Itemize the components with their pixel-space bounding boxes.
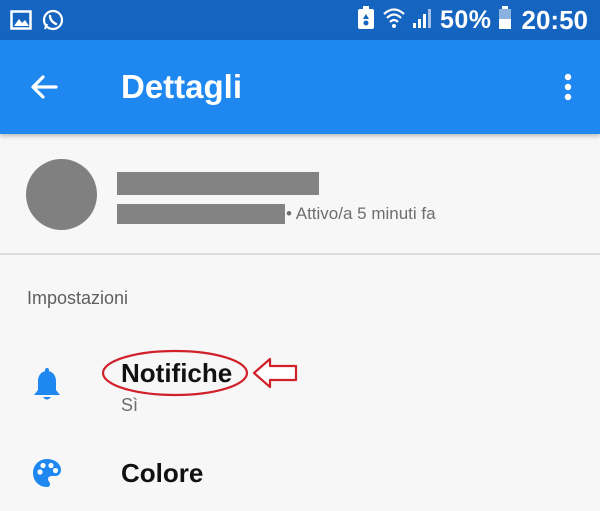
active-status: • Attivo/a 5 minuti fa [286, 204, 436, 223]
battery-saver-icon [356, 5, 376, 35]
profile-header: • Attivo/a 5 minuti fa [0, 134, 600, 255]
setting-label-color: Colore [121, 458, 204, 488]
arrow-back-icon [31, 75, 58, 99]
setting-value-notifications: Sì [121, 395, 139, 415]
redacted-name [117, 172, 319, 195]
bell-icon [30, 368, 64, 402]
more-vert-icon [564, 73, 572, 101]
setting-color[interactable]: Colore [0, 440, 600, 511]
whatsapp-icon [42, 9, 64, 36]
battery-percent: 50% [439, 5, 492, 34]
back-button[interactable] [20, 65, 68, 109]
section-title-settings: Impostazioni [27, 288, 129, 308]
signal-icon [412, 7, 434, 34]
wifi-icon [382, 7, 406, 34]
app-bar: Dettagli [0, 40, 600, 134]
clock: 20:50 [521, 4, 589, 35]
palette-icon [30, 456, 64, 490]
overflow-menu-button[interactable] [550, 67, 586, 107]
battery-icon [498, 5, 512, 35]
image-icon [10, 9, 32, 36]
setting-notifications[interactable]: Notifiche Sì [0, 340, 600, 428]
page-title: Dettagli [121, 68, 243, 105]
avatar[interactable] [26, 159, 97, 230]
setting-label-notifications: Notifiche [121, 358, 233, 388]
status-bar: 50% 20:50 [0, 0, 600, 40]
redacted-username [117, 204, 285, 224]
